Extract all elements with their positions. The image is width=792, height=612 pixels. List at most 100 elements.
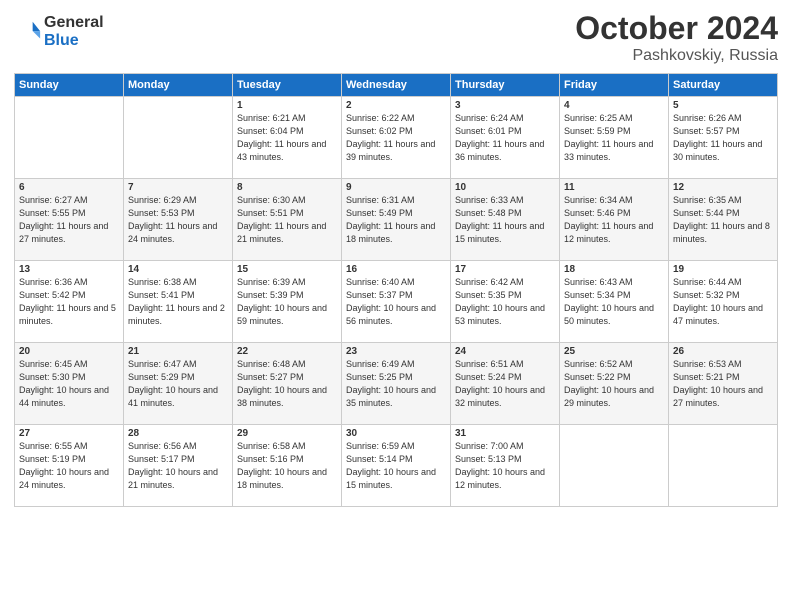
week-row-2: 6Sunrise: 6:27 AMSunset: 5:55 PMDaylight… xyxy=(15,179,778,261)
cell-5-1: 27Sunrise: 6:55 AMSunset: 5:19 PMDayligh… xyxy=(15,425,124,507)
day-info: Sunrise: 6:35 AMSunset: 5:44 PMDaylight:… xyxy=(673,194,773,246)
cell-5-3: 29Sunrise: 6:58 AMSunset: 5:16 PMDayligh… xyxy=(233,425,342,507)
day-info: Sunrise: 6:21 AMSunset: 6:04 PMDaylight:… xyxy=(237,112,337,164)
day-info: Sunrise: 6:49 AMSunset: 5:25 PMDaylight:… xyxy=(346,358,446,410)
cell-4-4: 23Sunrise: 6:49 AMSunset: 5:25 PMDayligh… xyxy=(342,343,451,425)
week-row-5: 27Sunrise: 6:55 AMSunset: 5:19 PMDayligh… xyxy=(15,425,778,507)
cell-3-4: 16Sunrise: 6:40 AMSunset: 5:37 PMDayligh… xyxy=(342,261,451,343)
cell-3-7: 19Sunrise: 6:44 AMSunset: 5:32 PMDayligh… xyxy=(669,261,778,343)
day-number: 29 xyxy=(237,428,337,439)
day-info: Sunrise: 6:31 AMSunset: 5:49 PMDaylight:… xyxy=(346,194,446,246)
col-wednesday: Wednesday xyxy=(342,74,451,97)
day-info: Sunrise: 6:29 AMSunset: 5:53 PMDaylight:… xyxy=(128,194,228,246)
cell-5-5: 31Sunrise: 7:00 AMSunset: 5:13 PMDayligh… xyxy=(451,425,560,507)
day-number: 11 xyxy=(564,182,664,193)
calendar-page: General Blue October 2024 Pashkovskiy, R… xyxy=(0,0,792,612)
day-number: 27 xyxy=(19,428,119,439)
week-row-4: 20Sunrise: 6:45 AMSunset: 5:30 PMDayligh… xyxy=(15,343,778,425)
day-number: 6 xyxy=(19,182,119,193)
day-number: 2 xyxy=(346,100,446,111)
cell-2-2: 7Sunrise: 6:29 AMSunset: 5:53 PMDaylight… xyxy=(124,179,233,261)
day-info: Sunrise: 6:36 AMSunset: 5:42 PMDaylight:… xyxy=(19,276,119,328)
cell-5-7 xyxy=(669,425,778,507)
day-info: Sunrise: 6:42 AMSunset: 5:35 PMDaylight:… xyxy=(455,276,555,328)
cell-4-7: 26Sunrise: 6:53 AMSunset: 5:21 PMDayligh… xyxy=(669,343,778,425)
day-info: Sunrise: 7:00 AMSunset: 5:13 PMDaylight:… xyxy=(455,440,555,492)
day-number: 5 xyxy=(673,100,773,111)
day-number: 8 xyxy=(237,182,337,193)
day-number: 28 xyxy=(128,428,228,439)
week-row-1: 1Sunrise: 6:21 AMSunset: 6:04 PMDaylight… xyxy=(15,97,778,179)
cell-1-4: 2Sunrise: 6:22 AMSunset: 6:02 PMDaylight… xyxy=(342,97,451,179)
cell-3-5: 17Sunrise: 6:42 AMSunset: 5:35 PMDayligh… xyxy=(451,261,560,343)
cell-1-7: 5Sunrise: 6:26 AMSunset: 5:57 PMDaylight… xyxy=(669,97,778,179)
col-thursday: Thursday xyxy=(451,74,560,97)
logo-text: General Blue xyxy=(44,14,104,50)
day-number: 9 xyxy=(346,182,446,193)
day-number: 1 xyxy=(237,100,337,111)
cell-2-1: 6Sunrise: 6:27 AMSunset: 5:55 PMDaylight… xyxy=(15,179,124,261)
header: General Blue October 2024 Pashkovskiy, R… xyxy=(14,10,778,65)
cell-4-3: 22Sunrise: 6:48 AMSunset: 5:27 PMDayligh… xyxy=(233,343,342,425)
cell-2-5: 10Sunrise: 6:33 AMSunset: 5:48 PMDayligh… xyxy=(451,179,560,261)
col-friday: Friday xyxy=(560,74,669,97)
day-info: Sunrise: 6:25 AMSunset: 5:59 PMDaylight:… xyxy=(564,112,664,164)
day-info: Sunrise: 6:34 AMSunset: 5:46 PMDaylight:… xyxy=(564,194,664,246)
day-number: 18 xyxy=(564,264,664,275)
day-number: 22 xyxy=(237,346,337,357)
cell-1-5: 3Sunrise: 6:24 AMSunset: 6:01 PMDaylight… xyxy=(451,97,560,179)
day-info: Sunrise: 6:47 AMSunset: 5:29 PMDaylight:… xyxy=(128,358,228,410)
cell-2-6: 11Sunrise: 6:34 AMSunset: 5:46 PMDayligh… xyxy=(560,179,669,261)
day-number: 20 xyxy=(19,346,119,357)
logo: General Blue xyxy=(14,14,104,50)
day-number: 25 xyxy=(564,346,664,357)
day-info: Sunrise: 6:44 AMSunset: 5:32 PMDaylight:… xyxy=(673,276,773,328)
day-number: 24 xyxy=(455,346,555,357)
cell-1-1 xyxy=(15,97,124,179)
day-info: Sunrise: 6:45 AMSunset: 5:30 PMDaylight:… xyxy=(19,358,119,410)
cell-5-2: 28Sunrise: 6:56 AMSunset: 5:17 PMDayligh… xyxy=(124,425,233,507)
cell-2-7: 12Sunrise: 6:35 AMSunset: 5:44 PMDayligh… xyxy=(669,179,778,261)
day-info: Sunrise: 6:51 AMSunset: 5:24 PMDaylight:… xyxy=(455,358,555,410)
day-info: Sunrise: 6:59 AMSunset: 5:14 PMDaylight:… xyxy=(346,440,446,492)
cell-4-1: 20Sunrise: 6:45 AMSunset: 5:30 PMDayligh… xyxy=(15,343,124,425)
day-number: 21 xyxy=(128,346,228,357)
day-number: 14 xyxy=(128,264,228,275)
col-tuesday: Tuesday xyxy=(233,74,342,97)
cell-3-1: 13Sunrise: 6:36 AMSunset: 5:42 PMDayligh… xyxy=(15,261,124,343)
day-info: Sunrise: 6:33 AMSunset: 5:48 PMDaylight:… xyxy=(455,194,555,246)
day-info: Sunrise: 6:26 AMSunset: 5:57 PMDaylight:… xyxy=(673,112,773,164)
day-info: Sunrise: 6:58 AMSunset: 5:16 PMDaylight:… xyxy=(237,440,337,492)
col-monday: Monday xyxy=(124,74,233,97)
col-saturday: Saturday xyxy=(669,74,778,97)
logo-icon xyxy=(14,18,42,46)
cell-1-2 xyxy=(124,97,233,179)
day-number: 12 xyxy=(673,182,773,193)
day-info: Sunrise: 6:27 AMSunset: 5:55 PMDaylight:… xyxy=(19,194,119,246)
title-block: October 2024 Pashkovskiy, Russia xyxy=(575,10,778,65)
location-title: Pashkovskiy, Russia xyxy=(575,47,778,65)
cell-2-3: 8Sunrise: 6:30 AMSunset: 5:51 PMDaylight… xyxy=(233,179,342,261)
day-number: 13 xyxy=(19,264,119,275)
day-number: 3 xyxy=(455,100,555,111)
day-info: Sunrise: 6:43 AMSunset: 5:34 PMDaylight:… xyxy=(564,276,664,328)
header-row: Sunday Monday Tuesday Wednesday Thursday… xyxy=(15,74,778,97)
cell-3-3: 15Sunrise: 6:39 AMSunset: 5:39 PMDayligh… xyxy=(233,261,342,343)
day-info: Sunrise: 6:52 AMSunset: 5:22 PMDaylight:… xyxy=(564,358,664,410)
cell-1-6: 4Sunrise: 6:25 AMSunset: 5:59 PMDaylight… xyxy=(560,97,669,179)
month-title: October 2024 xyxy=(575,10,778,47)
day-info: Sunrise: 6:55 AMSunset: 5:19 PMDaylight:… xyxy=(19,440,119,492)
day-info: Sunrise: 6:53 AMSunset: 5:21 PMDaylight:… xyxy=(673,358,773,410)
day-info: Sunrise: 6:39 AMSunset: 5:39 PMDaylight:… xyxy=(237,276,337,328)
cell-5-4: 30Sunrise: 6:59 AMSunset: 5:14 PMDayligh… xyxy=(342,425,451,507)
day-number: 19 xyxy=(673,264,773,275)
cell-2-4: 9Sunrise: 6:31 AMSunset: 5:49 PMDaylight… xyxy=(342,179,451,261)
day-info: Sunrise: 6:30 AMSunset: 5:51 PMDaylight:… xyxy=(237,194,337,246)
day-number: 30 xyxy=(346,428,446,439)
day-number: 10 xyxy=(455,182,555,193)
day-number: 26 xyxy=(673,346,773,357)
day-number: 4 xyxy=(564,100,664,111)
week-row-3: 13Sunrise: 6:36 AMSunset: 5:42 PMDayligh… xyxy=(15,261,778,343)
day-number: 17 xyxy=(455,264,555,275)
col-sunday: Sunday xyxy=(15,74,124,97)
